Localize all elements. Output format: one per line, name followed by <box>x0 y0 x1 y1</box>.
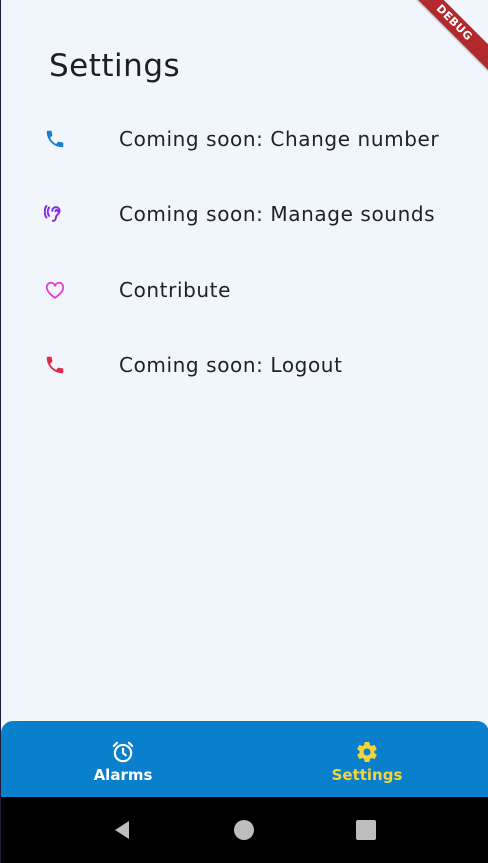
settings-item-label: Coming soon: Logout <box>119 353 343 378</box>
gear-icon <box>354 739 380 765</box>
nav-tab-alarms[interactable]: Alarms <box>1 721 245 797</box>
bottom-navigation-bar: Alarms Settings <box>1 721 488 801</box>
nav-tab-label: Alarms <box>93 765 153 784</box>
settings-item-label: Coming soon: Change number <box>119 126 440 151</box>
settings-item-label: Coming soon: Manage sounds <box>119 202 436 227</box>
settings-item-label: Contribute <box>119 277 232 302</box>
home-icon[interactable] <box>229 815 259 845</box>
settings-item-manage-sounds[interactable]: Coming soon: Manage sounds <box>1 177 488 253</box>
settings-item-contribute[interactable]: Contribute <box>1 252 488 328</box>
settings-item-logout[interactable]: Coming soon: Logout <box>1 328 488 404</box>
phone-hangup-icon <box>43 353 67 377</box>
phone-icon <box>43 127 67 151</box>
page-title: Settings <box>49 48 181 84</box>
alarm-clock-icon <box>110 739 136 765</box>
back-icon[interactable] <box>107 815 137 845</box>
settings-list: Coming soon: Change number Coming soon: … <box>1 101 488 403</box>
ear-icon <box>43 202 67 226</box>
heart-icon <box>43 278 67 302</box>
debug-banner: DEBUG <box>398 0 488 79</box>
app-screen: DEBUG Settings Coming soon: Change numbe… <box>0 0 488 863</box>
recents-icon[interactable] <box>351 815 381 845</box>
nav-tab-label: Settings <box>331 765 403 784</box>
system-navigation-bar <box>1 797 488 863</box>
settings-item-change-number[interactable]: Coming soon: Change number <box>1 101 488 177</box>
nav-tab-settings[interactable]: Settings <box>245 721 488 797</box>
